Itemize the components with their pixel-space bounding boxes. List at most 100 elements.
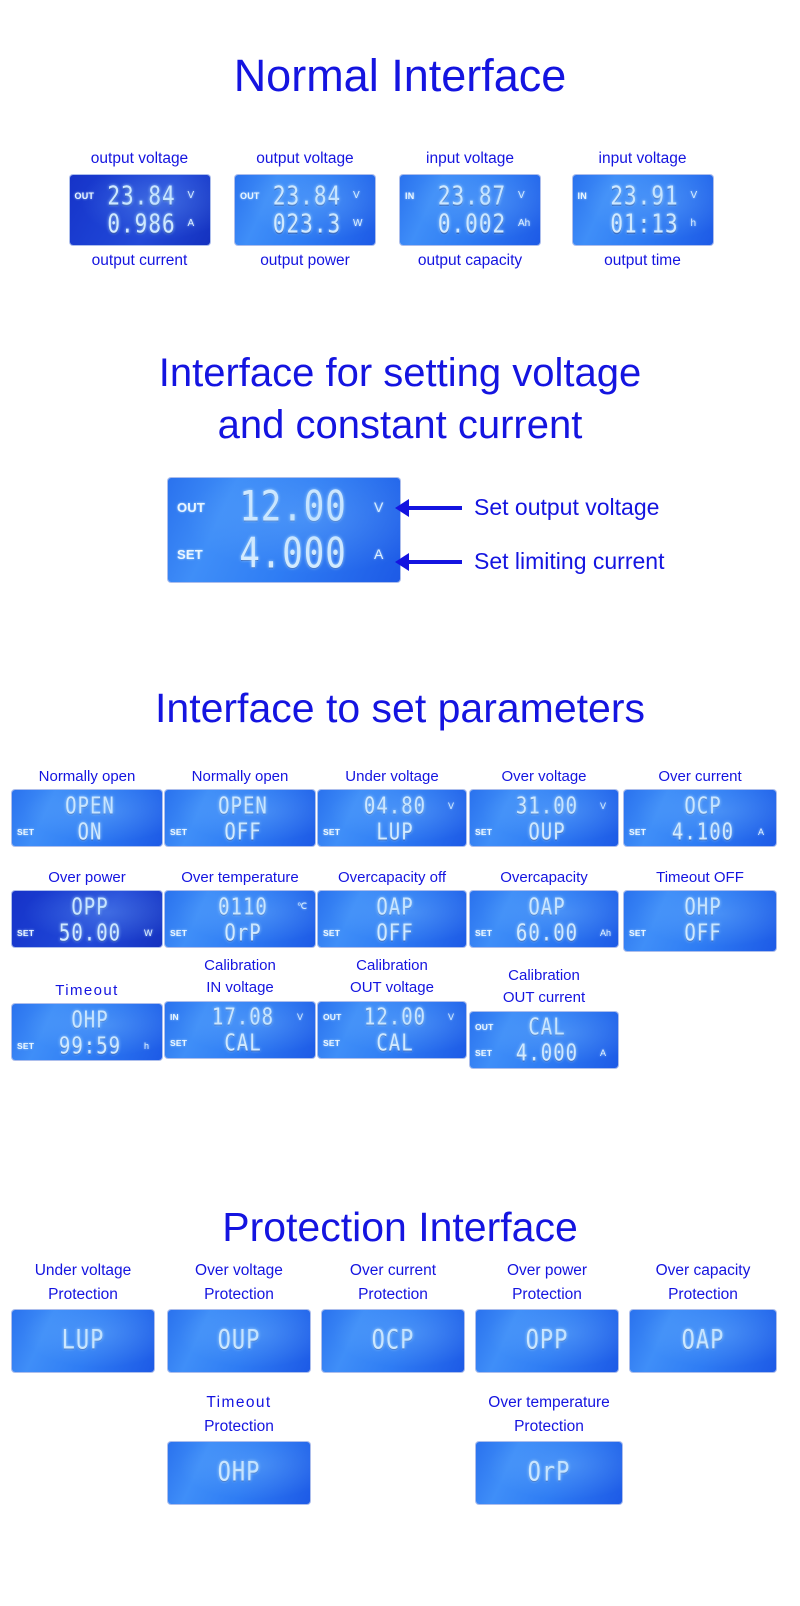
lcd-tag: SET xyxy=(323,1038,341,1049)
lcd-tag: SET xyxy=(177,546,203,562)
lcd-value: 23.87 xyxy=(437,181,507,211)
lcd-value: OCP xyxy=(371,1325,415,1357)
lcd-value: LUP xyxy=(61,1325,105,1357)
lcd-screen[interactable]: OAP SET OFF xyxy=(318,891,466,948)
lcd-screen[interactable]: OPEN SET ON xyxy=(12,790,162,847)
lcd-screen[interactable]: OCP xyxy=(322,1309,464,1372)
lcd-screen[interactable]: IN 17.08 V SET CAL xyxy=(165,1001,315,1058)
setting-display-group: OUT 12.00 V SET 4.000 A xyxy=(168,478,400,582)
normal-interface-group: output voltage OUT 23.84 V 0.986 A outpu… xyxy=(0,150,800,280)
lcd-screen[interactable]: OHP SET 99:59 h xyxy=(12,1004,162,1061)
lcd-unit: V xyxy=(448,800,455,811)
normal-display-input-voltage-capacity: input voltage IN 23.87 V 0.002 Ah output… xyxy=(390,150,550,271)
caption-line-2: Protection xyxy=(514,1417,584,1435)
lcd-value: OrP xyxy=(224,919,262,947)
lcd-screen-setting[interactable]: OUT 12.00 V SET 4.000 A xyxy=(168,478,400,582)
lcd-screen[interactable]: OrP xyxy=(476,1441,622,1504)
lcd-value: 99:59 xyxy=(58,1032,122,1060)
param-cell-calibration-out-current: Calibration OUT current OUT CAL SET 4.00… xyxy=(470,967,618,1068)
caption-line-2: Protection xyxy=(204,1417,274,1435)
lcd-line-2: SET CAL xyxy=(318,1030,466,1057)
lcd-value: CAL xyxy=(528,1013,566,1041)
caption-line-1: Calibration xyxy=(204,957,276,974)
lcd-screen[interactable]: LUP xyxy=(12,1309,154,1372)
param-cell-normally-open-on: Normally open OPEN SET ON xyxy=(12,768,162,847)
lcd-line-1: IN 17.08 V xyxy=(165,1004,315,1031)
lcd-screen[interactable]: OAP xyxy=(630,1309,776,1372)
caption: Over power xyxy=(48,869,126,886)
lcd-screen[interactable]: OPP xyxy=(476,1309,618,1372)
param-cell-overcapacity: Overcapacity OAP SET 60.00 Ah xyxy=(470,869,618,948)
lcd-tag: OUT xyxy=(240,190,260,201)
caption: Over voltage xyxy=(501,768,587,785)
lcd-screen[interactable]: OUT 12.00 V SET CAL xyxy=(318,1001,466,1058)
lcd-value: OrP xyxy=(527,1457,571,1489)
caption: Normally open xyxy=(38,768,136,785)
lcd-line-1: OCP xyxy=(322,1310,464,1372)
normal-display-output-voltage-current: output voltage OUT 23.84 V 0.986 A outpu… xyxy=(52,150,227,271)
lcd-screen[interactable]: OHP xyxy=(168,1441,310,1504)
caption: Normally open xyxy=(191,768,289,785)
param-cell-over-voltage: Over voltage 31.00 V SET OUP xyxy=(470,768,618,847)
lcd-value: OUP xyxy=(217,1325,261,1357)
lcd-value: 4.000 xyxy=(239,529,347,579)
lcd-value: 12.00 xyxy=(239,482,347,532)
lcd-screen[interactable]: OUT CAL SET 4.000 A xyxy=(470,1011,618,1068)
lcd-tag: SET xyxy=(323,927,341,938)
lcd-screen[interactable]: OPP SET 50.00 W xyxy=(12,891,162,948)
lcd-line-1: OHP xyxy=(12,1006,162,1033)
lcd-screen[interactable]: 0110 ℃ SET OrP xyxy=(165,891,315,948)
lcd-value: 17.08 xyxy=(211,1003,275,1031)
parameters-row-1: Normally open OPEN SET ON Normally open xyxy=(0,762,800,860)
section-title-protection-interface: Protection Interface xyxy=(222,1204,578,1250)
lcd-value: 0110 xyxy=(218,893,268,921)
lcd-unit: V xyxy=(600,800,607,811)
lcd-unit: W xyxy=(144,927,153,938)
caption-line-2: Protection xyxy=(668,1285,738,1303)
caption-line-2: Protection xyxy=(204,1285,274,1303)
lcd-screen[interactable]: IN 23.91 V 01:13 h xyxy=(572,174,713,245)
lcd-screen[interactable]: 04.80 V SET LUP xyxy=(318,790,466,847)
lcd-line-1: OPEN xyxy=(165,792,315,819)
lcd-value: OHP xyxy=(684,893,722,921)
lcd-value: 12.00 xyxy=(363,1003,427,1031)
section-title-setting-voltage-line2: and constant current xyxy=(217,403,583,447)
lcd-screen[interactable]: OUT 23.84 V 023.3 W xyxy=(235,174,375,245)
lcd-screen[interactable]: OUP xyxy=(168,1309,310,1372)
caption-line-2: Protection xyxy=(48,1285,118,1303)
lcd-tag: SET xyxy=(629,927,647,938)
lcd-unit: A xyxy=(187,218,195,230)
lcd-line-1: 04.80 V xyxy=(318,792,466,819)
lcd-line-1: OUT 12.00 V xyxy=(168,482,400,532)
lcd-value: OUP xyxy=(528,818,566,846)
lcd-value: OPP xyxy=(71,893,109,921)
lcd-screen[interactable]: 31.00 V SET OUP xyxy=(470,790,618,847)
lcd-screen[interactable]: OPEN SET OFF xyxy=(165,790,315,847)
protection-cell-under-voltage: Under voltage Protection LUP xyxy=(12,1262,154,1372)
caption-line-1: Over capacity xyxy=(655,1262,751,1279)
lcd-screen[interactable]: OAP SET 60.00 Ah xyxy=(470,891,618,948)
lcd-value: 0.986 xyxy=(107,209,176,239)
caption: Timeout OFF xyxy=(656,869,744,886)
lcd-tag: SET xyxy=(170,1038,188,1049)
protection-cell-timeout: Timeout Protection OHP xyxy=(168,1394,310,1504)
caption-line-1: Timeout xyxy=(206,1394,272,1411)
lcd-screen[interactable]: OUT 23.84 V 0.986 A xyxy=(69,174,210,245)
lcd-line-1: 31.00 V xyxy=(470,792,618,819)
lcd-screen[interactable]: OHP SET OFF xyxy=(624,891,776,952)
lcd-screen[interactable]: OCP SET 4.100 A xyxy=(624,790,776,847)
caption: Timeout xyxy=(55,982,119,999)
parameters-row-3: Timeout OHP SET 99:59 h Calibration IN v… xyxy=(0,957,800,1068)
lcd-tag: OUT xyxy=(177,499,206,515)
lcd-value: CAL xyxy=(376,1029,414,1057)
lcd-tag: SET xyxy=(17,826,35,837)
lcd-value: CAL xyxy=(224,1029,262,1057)
caption-line-2: Protection xyxy=(512,1285,582,1303)
lcd-line-2: SET 50.00 W xyxy=(12,919,162,946)
lcd-line-2: SET LUP xyxy=(318,818,466,845)
lcd-value: OAP xyxy=(681,1325,725,1357)
param-cell-timeout-off: Timeout OFF OHP SET OFF xyxy=(624,869,776,952)
param-cell-under-voltage: Under voltage 04.80 V SET LUP xyxy=(318,768,466,847)
param-cell-over-power: Over power OPP SET 50.00 W xyxy=(12,869,162,948)
lcd-screen[interactable]: IN 23.87 V 0.002 Ah xyxy=(400,174,540,245)
